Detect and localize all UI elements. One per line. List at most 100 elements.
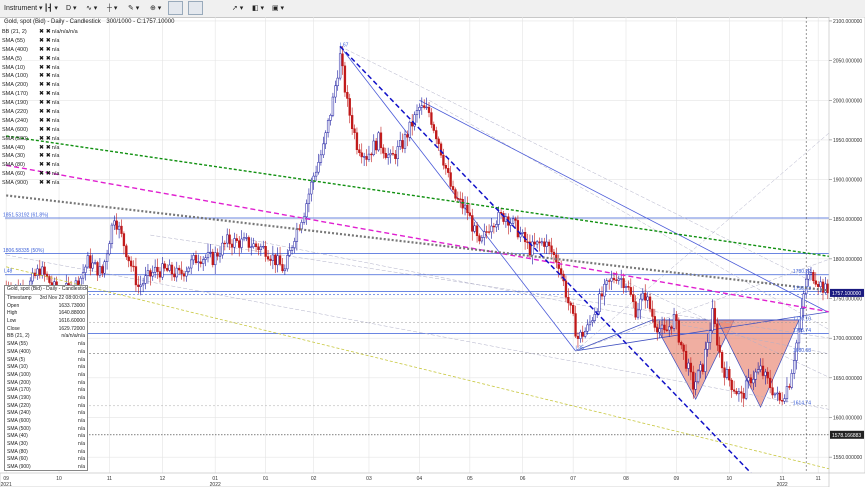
data-box-row: SMA (100) n/a <box>5 372 87 380</box>
candle <box>396 146 399 159</box>
candle <box>538 241 541 244</box>
y-tick-label: 1950.000000 <box>833 138 862 144</box>
legend-item[interactable]: SMA (240) ✖ ✖ n/a <box>2 117 90 126</box>
data-box-key: Timestamp <box>7 295 32 301</box>
indicator-icon[interactable]: ∿ ▾ <box>86 2 97 15</box>
candle <box>338 53 342 79</box>
close-icon[interactable]: ✖ ✖ <box>39 46 51 55</box>
draw-tool-icon[interactable]: ✎ ▾ <box>128 2 139 15</box>
close-icon[interactable]: ✖ ✖ <box>39 126 51 135</box>
close-icon[interactable]: ✖ ✖ <box>39 72 51 81</box>
candle <box>204 257 207 260</box>
price-chart[interactable]: 1851.53192 (61.8%) 1806.58335 (50%) L48 178… <box>0 17 865 487</box>
instrument-selector[interactable]: Instrument ▾ <box>4 2 43 15</box>
close-icon[interactable]: ✖ ✖ <box>39 135 51 144</box>
candle <box>586 324 589 332</box>
close-icon[interactable]: ✖ ✖ <box>39 28 51 37</box>
legend-item[interactable]: SMA (40) ✖ ✖ n/a <box>2 144 90 153</box>
candle <box>38 268 41 276</box>
candle <box>283 268 287 272</box>
candle <box>454 189 457 199</box>
legend-item[interactable]: SMA (30) ✖ ✖ n/a <box>2 152 90 161</box>
candle <box>310 181 313 195</box>
zoom-icon[interactable]: ⊕ ▾ <box>150 2 161 15</box>
blue-trend-line <box>339 45 752 474</box>
candle <box>108 243 111 255</box>
legend-item[interactable]: SMA (100) ✖ ✖ n/a <box>2 72 90 81</box>
candle <box>629 287 632 295</box>
candle <box>516 220 520 238</box>
candle <box>418 107 421 111</box>
data-box-key: SMA (400) <box>7 348 31 355</box>
candle <box>444 165 447 169</box>
candle <box>473 225 476 232</box>
close-icon[interactable]: ✖ ✖ <box>39 81 51 90</box>
color-picker-icon[interactable]: ◧ ▾ <box>252 2 264 15</box>
data-box-value: n/a <box>78 448 85 455</box>
candle <box>93 262 97 264</box>
close-icon[interactable]: ✖ ✖ <box>39 99 51 108</box>
candle <box>262 246 265 248</box>
candle <box>202 259 205 264</box>
candle <box>648 296 652 310</box>
y-tick-label: 1800.000000 <box>833 257 862 263</box>
legend-value: n/a <box>51 100 60 107</box>
legend-item[interactable]: SMA (10) ✖ ✖ n/a <box>2 64 90 73</box>
candle <box>478 235 481 242</box>
candle <box>540 241 544 244</box>
legend-item[interactable]: SMA (55) ✖ ✖ n/a <box>2 37 90 46</box>
data-box-key: SMA (55) <box>7 341 28 348</box>
legend-item[interactable]: BB (21, 2) ✖ ✖ n/a/n/a/n/a <box>2 28 90 37</box>
legend-item[interactable]: SMA (80) ✖ ✖ n/a <box>2 161 90 170</box>
legend-item[interactable]: SMA (400) ✖ ✖ n/a <box>2 46 90 55</box>
legend-value: n/a <box>51 162 60 169</box>
candle <box>487 231 491 233</box>
crosshair-icon[interactable]: ┼ ▾ <box>107 2 117 15</box>
candle <box>187 267 190 272</box>
close-icon[interactable]: ✖ ✖ <box>39 170 51 179</box>
candle <box>211 251 214 266</box>
candle <box>576 335 580 339</box>
candle <box>336 77 339 87</box>
candle <box>163 263 166 269</box>
data-box-row: SMA (30) n/a <box>5 441 87 449</box>
close-icon[interactable]: ✖ ✖ <box>39 108 51 117</box>
fit-screen-button[interactable] <box>188 1 203 15</box>
candle <box>771 387 774 396</box>
candle <box>214 252 217 266</box>
close-icon[interactable]: ✖ ✖ <box>39 179 51 188</box>
grid-toggle-button[interactable] <box>168 1 183 15</box>
legend-item[interactable]: SMA (220) ✖ ✖ n/a <box>2 108 90 117</box>
candle <box>168 264 171 271</box>
legend-item[interactable]: SMA (900) ✖ ✖ n/a <box>2 179 90 188</box>
close-icon[interactable]: ✖ ✖ <box>39 90 51 99</box>
close-icon[interactable]: ✖ ✖ <box>39 55 51 64</box>
uk-flag-icon[interactable]: ▣ ▾ <box>272 2 284 15</box>
candle <box>370 153 373 156</box>
period-selector[interactable]: D ▾ <box>66 2 77 15</box>
candle <box>571 305 575 314</box>
legend-item[interactable]: SMA (200) ✖ ✖ n/a <box>2 81 90 90</box>
legend-item[interactable]: SMA (170) ✖ ✖ n/a <box>2 90 90 99</box>
candle <box>504 216 508 222</box>
legend-item[interactable]: SMA (190) ✖ ✖ n/a <box>2 99 90 108</box>
close-icon[interactable]: ✖ ✖ <box>39 64 51 73</box>
candle-type-icon[interactable]: ┃┫ ▾ <box>44 2 58 15</box>
legend-item[interactable]: SMA (60) ✖ ✖ n/a <box>2 170 90 179</box>
close-icon[interactable]: ✖ ✖ <box>39 161 51 170</box>
close-icon[interactable]: ✖ ✖ <box>39 152 51 161</box>
trend-arrow-icon[interactable]: ➚ ▾ <box>232 2 243 15</box>
legend-item[interactable]: SMA (500) ✖ ✖ n/a <box>2 135 90 144</box>
legend-label: SMA (220) <box>2 109 28 116</box>
close-icon[interactable]: ✖ ✖ <box>39 37 51 46</box>
candle <box>331 96 335 116</box>
legend-item[interactable]: SMA (5) ✖ ✖ n/a <box>2 55 90 64</box>
close-icon[interactable]: ✖ ✖ <box>39 117 51 126</box>
legend-item[interactable]: SMA (600) ✖ ✖ n/a <box>2 126 90 135</box>
candle <box>665 329 669 331</box>
axes: 1550.000000 1600.000000 1650.000000 1700.00… <box>0 17 865 487</box>
close-icon[interactable]: ✖ ✖ <box>39 144 51 153</box>
candle <box>550 245 553 253</box>
candle <box>730 379 733 391</box>
level-label: L48 <box>4 269 13 275</box>
